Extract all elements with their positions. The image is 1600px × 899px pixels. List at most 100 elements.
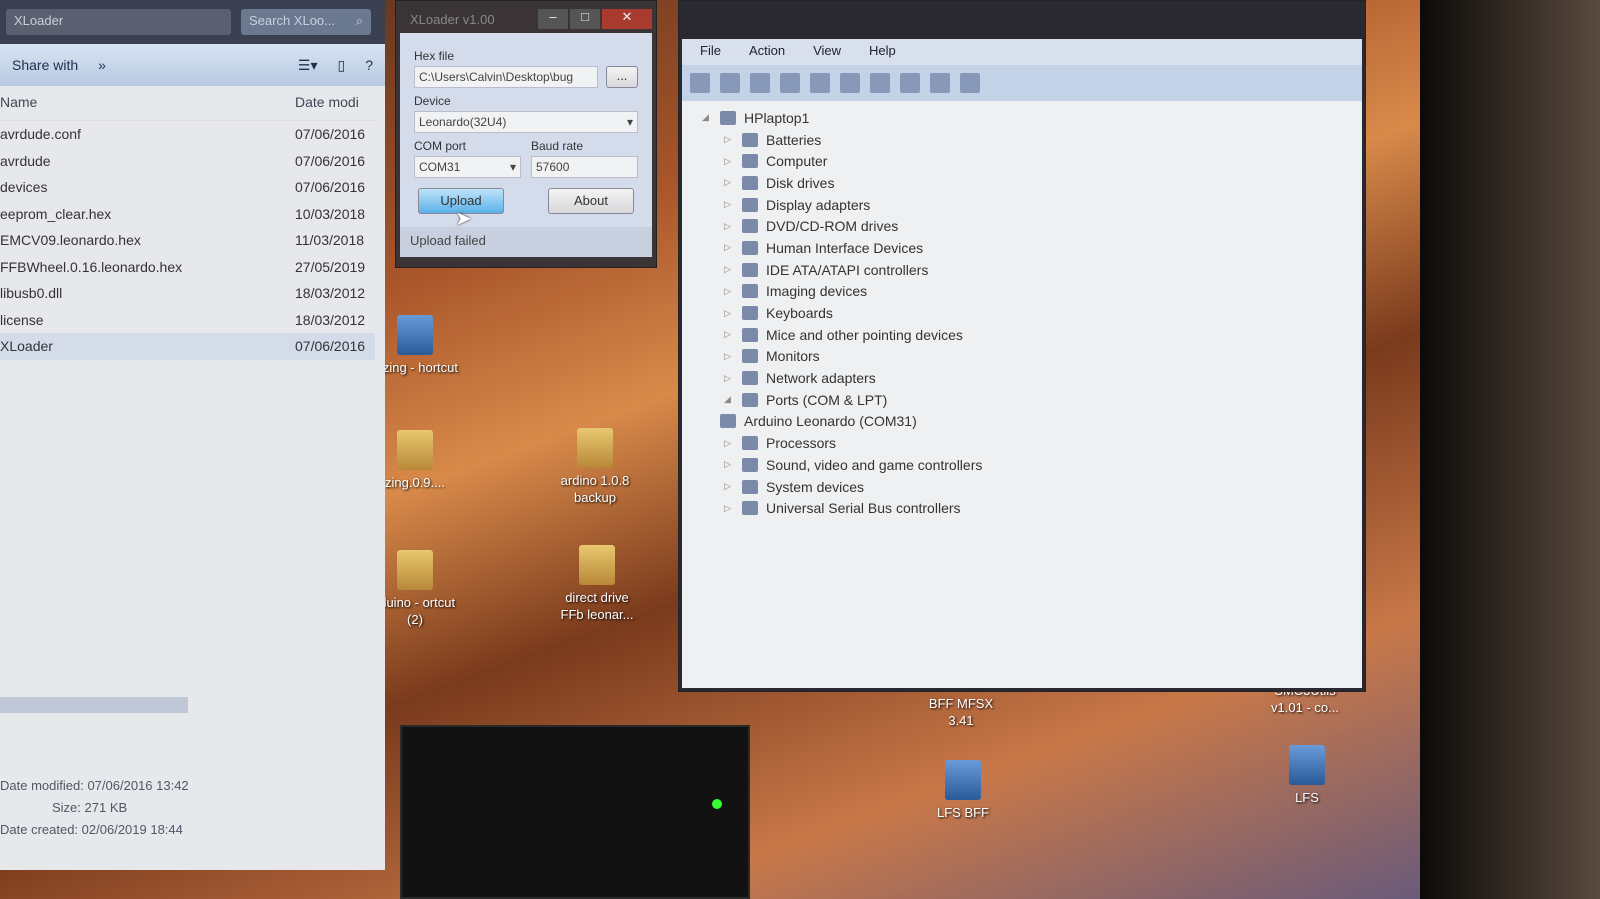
desktop-icon-lfs-bff[interactable]: LFS BFF: [918, 760, 1008, 821]
chevron-down-icon: ▾: [626, 115, 633, 129]
about-button[interactable]: About: [548, 188, 634, 214]
expand-arrow-icon[interactable]: ▷: [724, 242, 734, 253]
folder-icon: [579, 545, 615, 585]
window-title: XLoader v1.00: [410, 11, 495, 27]
device-category[interactable]: ▷ Network adapters: [702, 367, 1342, 389]
device-category[interactable]: ◢ Ports (COM & LPT): [702, 389, 1342, 411]
tree-root[interactable]: ◢ HPlaptop1: [702, 107, 1342, 129]
hex-file-input[interactable]: C:\Users\Calvin\Desktop\bug: [414, 66, 598, 88]
expand-arrow-icon[interactable]: ▷: [724, 459, 734, 470]
device-category-icon: [742, 327, 758, 342]
device-category[interactable]: Arduino Leonardo (COM31): [702, 411, 1342, 433]
device-category[interactable]: ▷ Human Interface Devices: [702, 237, 1342, 259]
view-options-icon[interactable]: ☰▾: [298, 57, 318, 74]
file-name: eeprom_clear.hex: [0, 205, 112, 222]
expand-arrow-icon[interactable]: ▷: [724, 286, 734, 297]
expand-arrow-icon[interactable]: ▷: [724, 199, 734, 210]
details-pane: Date modified: 07/06/2016 13:42 Size: 27…: [0, 778, 189, 837]
file-date: 18/03/2012: [295, 285, 366, 302]
desktop-icon-arduino-backup[interactable]: ardino 1.0.8 backup: [550, 428, 640, 506]
file-name: EMCV09.leonardo.hex: [0, 232, 141, 249]
com-port-select[interactable]: COM31 ▾: [414, 156, 521, 178]
properties-icon[interactable]: [780, 73, 800, 93]
file-name: XLoader: [0, 338, 53, 355]
expand-arrow-icon[interactable]: ▷: [724, 134, 734, 145]
device-category[interactable]: ▷ Keyboards: [702, 302, 1342, 324]
menu-view[interactable]: View: [813, 43, 841, 61]
device-manager-window: File Action View Help ◢ HPlaptop1 ▷ Batteries…: [678, 0, 1366, 692]
file-row[interactable]: XLoader 07/06/2016: [0, 333, 375, 360]
address-bar[interactable]: XLoader: [6, 9, 231, 35]
browse-button[interactable]: ...: [606, 66, 638, 88]
file-row[interactable]: FFBWheel.0.16.leonardo.hex 27/05/2019: [0, 254, 375, 281]
close-button[interactable]: ✕: [602, 9, 652, 29]
device-category[interactable]: ▷ Universal Serial Bus controllers: [702, 497, 1342, 519]
collapse-arrow-icon[interactable]: ◢: [724, 394, 734, 405]
device-category[interactable]: ▷ IDE ATA/ATAPI controllers: [702, 259, 1342, 281]
file-row[interactable]: devices 07/06/2016: [0, 174, 375, 201]
expand-arrow-icon[interactable]: ▷: [724, 351, 734, 362]
column-name[interactable]: Name: [0, 94, 37, 110]
desktop-icon-direct-drive[interactable]: direct drive FFb leonar...: [552, 545, 642, 623]
disable-icon[interactable]: [960, 73, 980, 93]
device-select[interactable]: Leonardo(32U4) ▾: [414, 111, 638, 133]
device-category-icon: [742, 371, 758, 386]
device-category-icon: [742, 392, 758, 407]
desktop-icon-bff-mfsx[interactable]: BFF MFSX 3.41: [916, 695, 1006, 729]
back-icon[interactable]: [690, 73, 710, 93]
device-category[interactable]: ▷ Imaging devices: [702, 281, 1342, 303]
device-category[interactable]: ▷ System devices: [702, 476, 1342, 498]
view-icon[interactable]: [840, 73, 860, 93]
menu-help[interactable]: Help: [869, 43, 896, 61]
expand-arrow-icon[interactable]: ▷: [724, 264, 734, 275]
expand-arrow-icon[interactable]: ▷: [724, 177, 734, 188]
toolbar: [682, 65, 1362, 101]
collapse-arrow-icon[interactable]: ◢: [702, 112, 712, 123]
desktop-icon-lfs[interactable]: LFS: [1262, 745, 1352, 806]
file-row[interactable]: libusb0.dll 18/03/2012: [0, 280, 375, 307]
device-category[interactable]: ▷ Processors: [702, 432, 1342, 454]
maximize-button[interactable]: □: [570, 9, 600, 29]
horizontal-scrollbar[interactable]: [0, 697, 188, 713]
uninstall-icon[interactable]: [930, 73, 950, 93]
expand-arrow-icon[interactable]: ▷: [724, 481, 734, 492]
expand-arrow-icon[interactable]: ▷: [724, 156, 734, 167]
minimize-button[interactable]: –: [538, 9, 568, 29]
menu-action[interactable]: Action: [749, 43, 785, 61]
help-icon[interactable]: [810, 73, 830, 93]
expand-arrow-icon[interactable]: ▷: [724, 373, 734, 384]
device-category[interactable]: ▷ Sound, video and game controllers: [702, 454, 1342, 476]
search-input[interactable]: Search XLoo... ⌕: [241, 9, 371, 35]
device-category[interactable]: ▷ Mice and other pointing devices: [702, 324, 1342, 346]
file-row[interactable]: eeprom_clear.hex 10/03/2018: [0, 201, 375, 228]
file-date: 07/06/2016: [295, 179, 366, 196]
device-category[interactable]: ▷ Computer: [702, 150, 1342, 172]
show-hide-tree-icon[interactable]: [750, 73, 770, 93]
expand-arrow-icon[interactable]: ▷: [724, 438, 734, 449]
expand-arrow-icon[interactable]: ▷: [724, 221, 734, 232]
device-category-icon: [742, 436, 758, 451]
forward-icon[interactable]: [720, 73, 740, 93]
baud-rate-input[interactable]: 57600: [531, 156, 638, 178]
file-date: 27/05/2019: [295, 258, 366, 275]
update-driver-icon[interactable]: [900, 73, 920, 93]
column-date[interactable]: Date modi: [295, 94, 375, 110]
device-category[interactable]: ▷ Disk drives: [702, 172, 1342, 194]
file-row[interactable]: avrdude 07/06/2016: [0, 148, 375, 175]
help-icon[interactable]: ?: [365, 57, 373, 73]
file-row[interactable]: EMCV09.leonardo.hex 11/03/2018: [0, 227, 375, 254]
device-category[interactable]: ▷ Display adapters: [702, 194, 1342, 216]
more-button[interactable]: »: [98, 57, 106, 73]
preview-pane-icon[interactable]: ▯: [337, 57, 345, 74]
share-with-button[interactable]: Share with: [12, 57, 78, 73]
expand-arrow-icon[interactable]: ▷: [724, 329, 734, 340]
expand-arrow-icon[interactable]: ▷: [724, 308, 734, 319]
device-category[interactable]: ▷ Batteries: [702, 129, 1342, 151]
menu-file[interactable]: File: [700, 43, 721, 61]
scan-hardware-icon[interactable]: [870, 73, 890, 93]
file-row[interactable]: avrdude.conf 07/06/2016: [0, 121, 375, 148]
device-category[interactable]: ▷ Monitors: [702, 346, 1342, 368]
expand-arrow-icon[interactable]: ▷: [724, 503, 734, 514]
device-category[interactable]: ▷ DVD/CD-ROM drives: [702, 215, 1342, 237]
file-row[interactable]: license 18/03/2012: [0, 307, 375, 334]
